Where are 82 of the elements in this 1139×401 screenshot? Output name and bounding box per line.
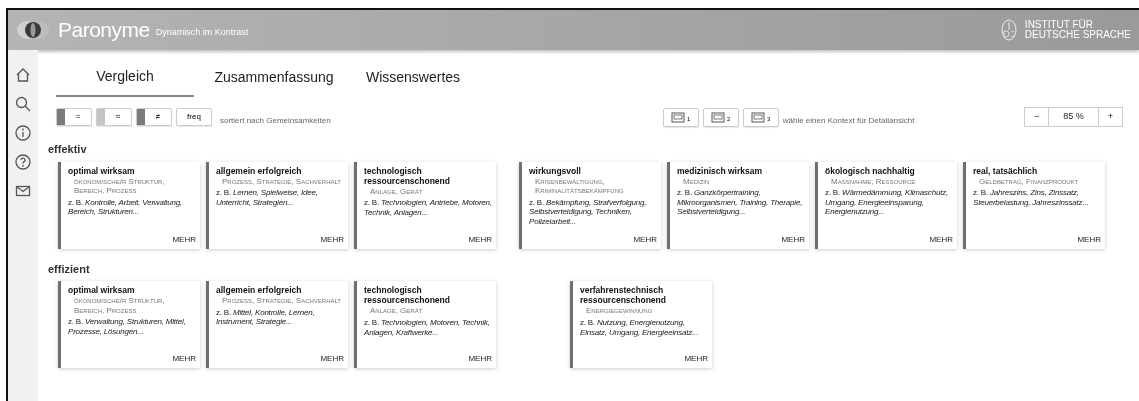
help-icon[interactable] (14, 153, 32, 171)
sense-card[interactable]: medizinisch wirksam Medizin z. B. Ganzkörpertraining, Mikroorganismen, Training, Therapie, Selbstverteidigung... MEHR (667, 161, 809, 249)
filter-button[interactable]: ≈ (96, 108, 132, 126)
sense-card[interactable]: technologisch ressourcenschonend Anlage, Gerät z. B. Technologien, Antriebe, Motoren, Technik, Anlagen... MEHR (354, 161, 496, 249)
sense-card[interactable]: ökologisch nachhaltig Maßnahme, Ressource z. B. Wärmedämmung, Klimaschutz, Umgang, Energieeinsparung, Energienutzung... MEHR (815, 161, 957, 249)
card-category: Prozess, Strategie, Sachverhalt (221, 296, 343, 306)
sort-note: sortiert nach Gemeinsamkeiten (220, 115, 331, 127)
tab[interactable]: Vergleich (56, 62, 194, 97)
zoom-level: 85 % (1049, 107, 1098, 127)
card-examples: z. B. Technologien, Motoren, Technik, Anlagen, Kraftwerke... (364, 317, 491, 338)
card-category: Krisenbewältigung, Kriminalitätsbekämpfung (534, 176, 625, 196)
card-examples: z. B. Ganzkörpertraining, Mikroorganismen, Training, Therapie, Selbstverteidigung... (677, 188, 804, 218)
search-icon[interactable] (14, 95, 32, 113)
sense-card[interactable]: wirkungsvoll Krisenbewältigung, Kriminalitätsbekämpfung z. B. Bekämpfung, Strafverfolgung, Selbstverteidigung, Techniken, Polizeiarbeit... MEHR (519, 161, 661, 249)
card-category: Prozess, Strategie, Sachverhalt (221, 176, 343, 187)
sense-card[interactable]: allgemein erfolgreich Prozess, Strategie, Sachverhalt z. B. Lernen, Spielweise, Idee, Unterricht, Strategien... MEHR (206, 161, 348, 249)
more-link[interactable]: MEHR (684, 353, 708, 365)
more-link[interactable]: MEHR (320, 353, 344, 365)
institute-name: DEUTSCHE SPRACHE (1024, 30, 1131, 41)
card-category: Energiegewinnung (585, 306, 654, 316)
card-examples: z. B. Bekämpfung, Strafverfolgung, Selbstverteidigung, Techniken, Polizeiarbeit... (529, 197, 648, 227)
section-heading: effektiv (48, 142, 88, 157)
card-examples: z. B. Kontrolle, Arbeit, Verwaltung, Bereich, Strukturen... (68, 197, 184, 218)
more-link[interactable]: MEHR (1077, 233, 1101, 246)
more-link[interactable]: MEHR (172, 233, 196, 246)
card-title: technologisch ressourcenschonend (364, 285, 451, 306)
sense-card[interactable]: optimal wirksam ökonomische/r Struktur, Bereich, Prozess z. B. Verwaltung, Strukturen, Mittel, Prozesse, Lösungen... MEHR (58, 281, 200, 368)
context-note: wähle einen Kontext für Detailansicht (782, 115, 915, 127)
window-icon (711, 111, 726, 123)
card-category: ökonomische/r Struktur, Bereich, Prozess (73, 296, 166, 316)
card-title: technologisch ressourcenschonend (364, 165, 451, 186)
card-title: allgemein erfolgreich (216, 165, 303, 176)
sense-card[interactable]: real, tatsächlich Geldbetrag, Finanzprodukt z. B. Jahreszins, Zins, Zinssatz, Steuerbelastung, Jahreszinssatz... MEHR (963, 161, 1105, 249)
more-link[interactable]: MEHR (320, 233, 344, 246)
more-link[interactable]: MEHR (633, 233, 657, 246)
card-examples: z. B. Wärmedämmung, Klimaschutz, Umgang, Energieeinsparung, Energienutzung... (825, 188, 949, 218)
sense-card[interactable]: verfahrenstechnisch ressourcenschonend Energiegewinnung z. B. Nutzung, Energienutzung, Einsatz, Umgang, Energieeinsatz... MEHR (570, 281, 712, 368)
card-examples: z. B. Jahreszins, Zins, Zinssatz, Steuerbelastung, Jahreszinssatz... (973, 188, 1090, 208)
card-title: ökologisch nachhaltig (825, 165, 916, 176)
app-subtitle: Dynamisch im Kontrast (155, 26, 249, 40)
section-heading: effizient (48, 261, 91, 277)
card-title: wirkungsvoll (529, 165, 582, 176)
filter-button[interactable]: = (56, 108, 92, 126)
more-link[interactable]: MEHR (929, 233, 953, 246)
card-category: Medizin (682, 176, 711, 187)
sense-card[interactable]: technologisch ressourcenschonend Anlage, Gerät z. B. Technologien, Motoren, Technik, Anlagen, Kraftwerke... MEHR (354, 281, 496, 368)
card-title: real, tatsächlich (973, 165, 1039, 176)
card-title: optimal wirksam (68, 285, 136, 296)
app-title: Paronyme (58, 17, 150, 44)
card-category: Anlage, Gerät (369, 186, 424, 197)
tab[interactable]: Zusammenfassung (194, 62, 354, 97)
more-link[interactable]: MEHR (468, 233, 492, 246)
logo-icon (16, 20, 50, 40)
card-title: optimal wirksam (68, 165, 136, 176)
zoom-out-button[interactable]: − (1023, 107, 1050, 127)
filter-button[interactable]: freq (176, 108, 212, 126)
sense-card[interactable]: allgemein erfolgreich Prozess, Strategie, Sachverhalt z. B. Mittel, Kontrolle, Lernen, Instrument, Strategie... MEHR (206, 281, 348, 368)
more-link[interactable]: MEHR (172, 353, 196, 365)
card-title: allgemein erfolgreich (216, 285, 303, 296)
card-examples: z. B. Technologien, Antriebe, Motoren, Technik, Anlagen... (364, 198, 492, 218)
card-category: Geldbetrag, Finanzprodukt (978, 176, 1080, 187)
card-examples: z. B. Lernen, Spielweise, Idee, Unterricht, Strategien... (216, 188, 319, 208)
window-icon (671, 111, 686, 123)
tab[interactable]: Wissenswertes (354, 62, 472, 97)
card-category: ökonomische/r Struktur, Bereich, Prozess (73, 176, 166, 196)
card-title: verfahrenstechnisch ressourcenschonend (580, 285, 667, 306)
institute-name: INSTITUT FÜR (1024, 19, 1094, 30)
card-examples: z. B. Verwaltung, Strukturen, Mittel, Prozesse, Lösungen... (68, 317, 187, 337)
filter-button[interactable]: ≠ (136, 108, 172, 126)
more-link[interactable]: MEHR (781, 233, 805, 246)
card-category: Maßnahme, Ressource (830, 176, 917, 187)
more-link[interactable]: MEHR (468, 353, 492, 365)
card-title: medizinisch wirksam (677, 165, 764, 176)
sense-card[interactable]: optimal wirksam ökonomische/r Struktur, Bereich, Prozess z. B. Kontrolle, Arbeit, Verwaltung, Bereich, Strukturen... MEHR (58, 161, 200, 249)
card-category: Anlage, Gerät (369, 306, 424, 316)
info-icon[interactable] (14, 124, 32, 142)
card-examples: z. B. Mittel, Kontrolle, Lernen, Instrument, Strategie... (216, 307, 316, 327)
window-icon (751, 111, 766, 123)
home-icon[interactable] (14, 66, 32, 84)
institute-logo-icon (1000, 19, 1017, 41)
card-examples: z. B. Nutzung, Energienutzung, Einsatz, Umgang, Energieeinsatz... (580, 317, 700, 338)
zoom-in-button[interactable]: + (1097, 107, 1123, 127)
